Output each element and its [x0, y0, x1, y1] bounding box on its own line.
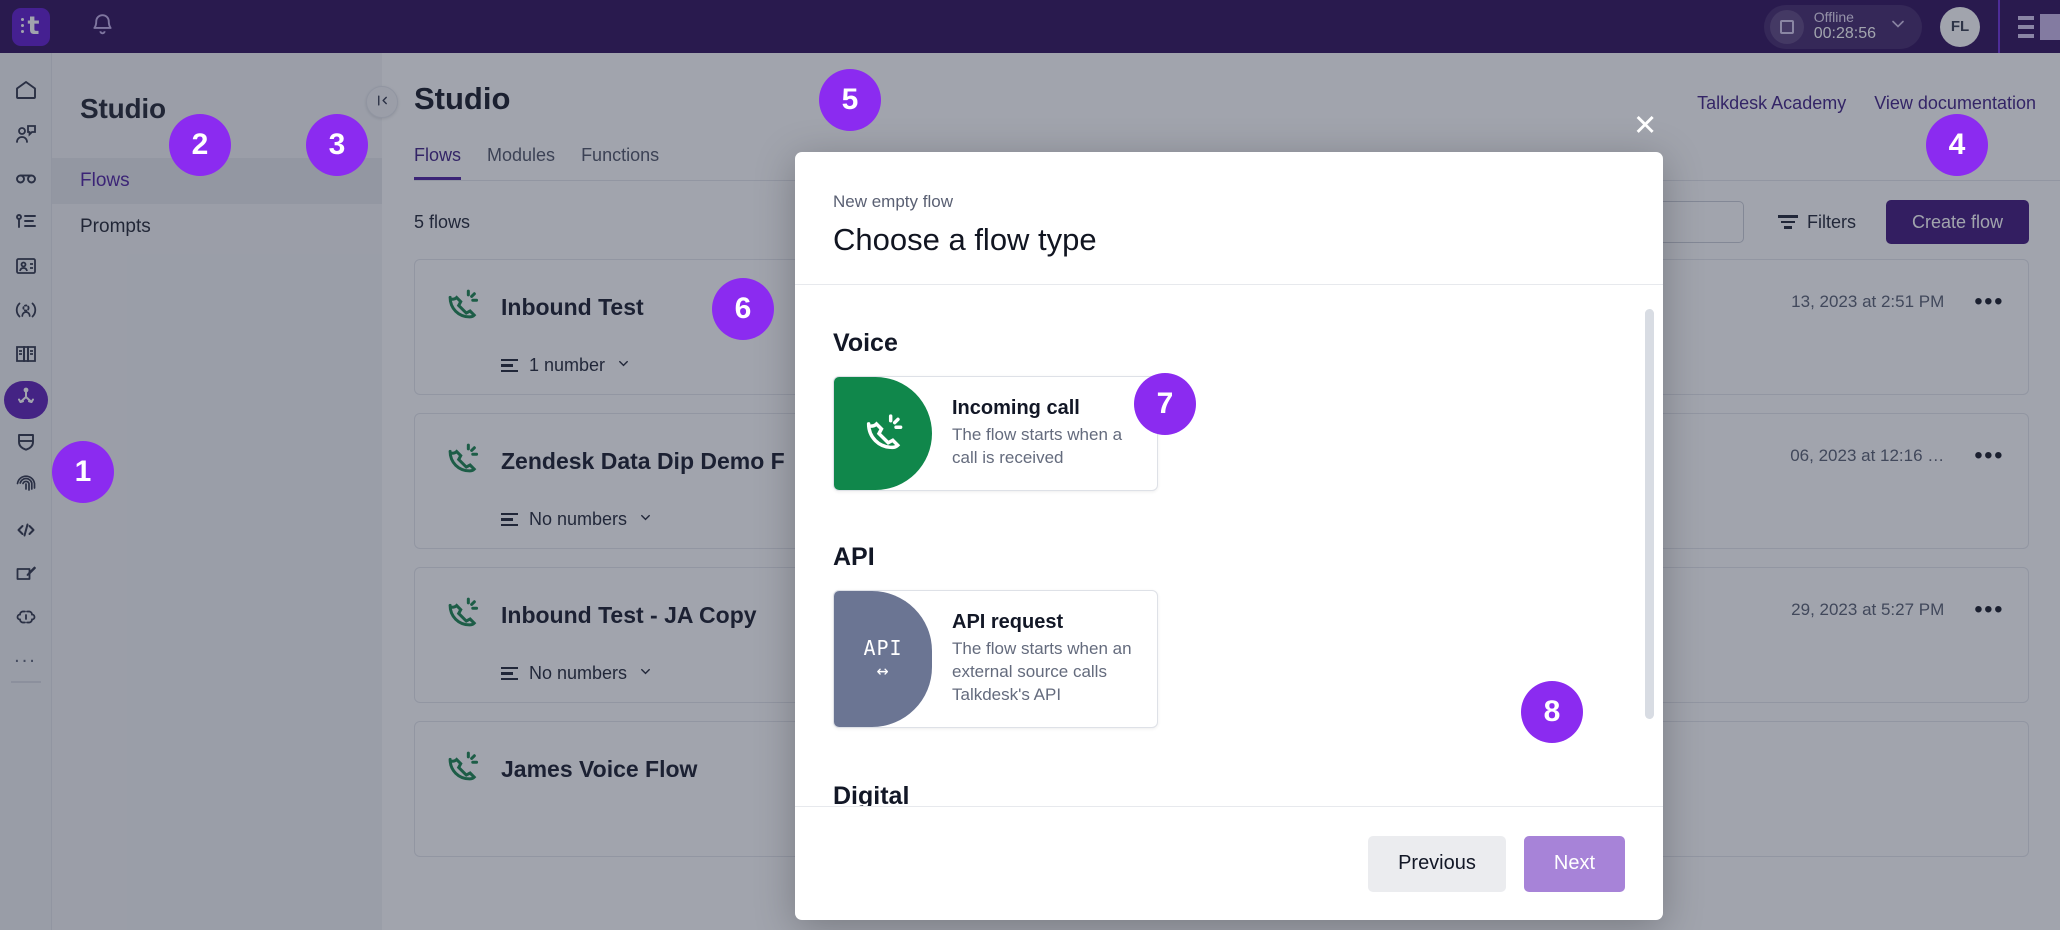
annotation-badge-1: 1 — [52, 441, 114, 503]
api-glyph-arrow: ↔ — [876, 657, 890, 682]
dialog-footer: Previous Next — [795, 806, 1663, 920]
flow-type-description: The flow starts when a call is received — [952, 425, 1123, 467]
section-title-digital: Digital — [833, 781, 910, 806]
dialog-header: New empty flow Choose a flow type — [795, 152, 1663, 285]
dialog-scroll-region: Voice Incoming call The flow starts when… — [833, 285, 1625, 806]
annotation-badge-3: 3 — [306, 114, 368, 176]
previous-button[interactable]: Previous — [1368, 835, 1506, 892]
choose-flow-type-dialog: New empty flow Choose a flow type Voice … — [795, 152, 1663, 920]
close-icon: ✕ — [1633, 110, 1658, 142]
annotation-badge-2: 2 — [169, 114, 231, 176]
flow-type-name: Incoming call — [952, 397, 1080, 419]
dialog-eyebrow: New empty flow — [833, 192, 953, 211]
flow-type-description: The flow starts when an external source … — [952, 638, 1132, 704]
dialog-title: Choose a flow type — [833, 222, 1097, 257]
annotation-badge-8: 8 — [1521, 681, 1583, 743]
flow-type-card-api-request[interactable]: API ↔ API request The flow starts when a… — [833, 589, 1158, 728]
section-title-api: API — [833, 542, 875, 571]
dialog-scrollbar[interactable] — [1645, 309, 1654, 719]
annotation-badge-7: 7 — [1134, 373, 1196, 435]
incoming-call-icon — [834, 377, 932, 490]
annotation-badge-6: 6 — [712, 278, 774, 340]
next-button[interactable]: Next — [1523, 835, 1625, 892]
api-glyph-text: API — [863, 635, 903, 660]
flow-type-name: API request — [952, 610, 1064, 633]
flow-type-card-incoming-call[interactable]: Incoming call The flow starts when a cal… — [833, 376, 1158, 491]
annotation-badge-4: 4 — [1926, 114, 1988, 176]
close-modal-button[interactable]: ✕ — [1633, 112, 1657, 141]
section-title-voice: Voice — [833, 329, 898, 357]
annotation-badge-5: 5 — [819, 69, 881, 131]
api-request-icon: API ↔ — [834, 590, 932, 727]
